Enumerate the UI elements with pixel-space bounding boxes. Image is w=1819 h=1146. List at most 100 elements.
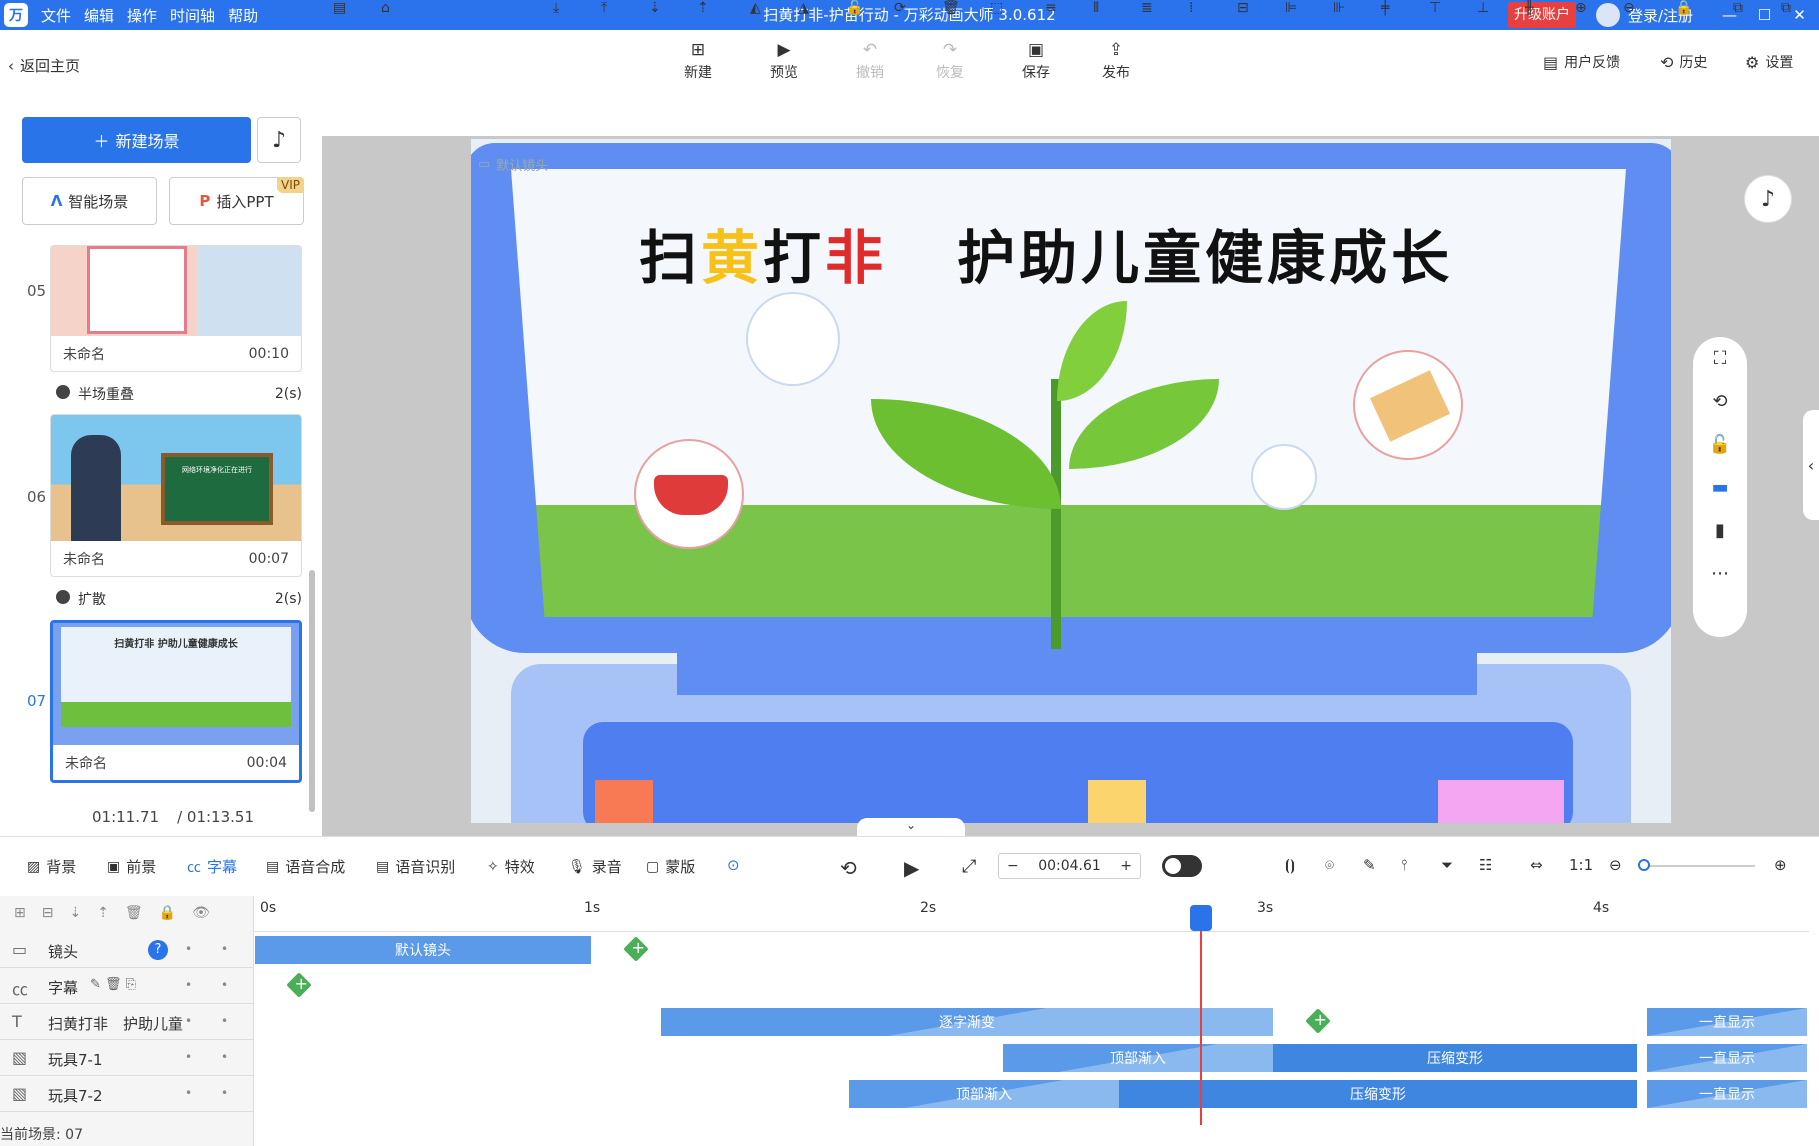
track-lane[interactable]	[254, 968, 1809, 1004]
tab-subtitle[interactable]: ㏄字幕	[187, 856, 237, 877]
track-tools[interactable]: ⊞⊟⇣⇡🗑🔒👁	[14, 905, 226, 921]
track-row-headline[interactable]: T 扫黄打非 护助儿童 • • 逐字渐变 一直显示	[0, 1004, 1809, 1040]
paste-icon[interactable]: ⧉	[1781, 0, 1791, 16]
zoom-slider-handle[interactable]	[1638, 859, 1650, 871]
stage[interactable]: 扫黄打非 护助儿童健康成长	[471, 139, 1671, 823]
replay-icon[interactable]: ⟲	[840, 856, 857, 880]
align-right-icon[interactable]: ⊪	[1333, 0, 1345, 16]
transition-item[interactable]: 扩散 2(s)	[56, 589, 302, 609]
split-icon[interactable]: ⫯	[1401, 856, 1408, 874]
flip-vertical-icon[interactable]: ◮	[798, 0, 809, 16]
clip-bar[interactable]: 默认镜头	[255, 936, 591, 964]
book-icon[interactable]	[634, 439, 744, 549]
redo-button[interactable]: ↷ 恢复	[920, 40, 980, 82]
edit-icon[interactable]: ✎	[1363, 856, 1376, 874]
align-middle-icon[interactable]: ╫	[1525, 0, 1533, 16]
track-row-camera[interactable]: ▭ 镜头 ? • • 默认镜头	[0, 932, 1809, 968]
align-left-icon[interactable]: ⊫	[1285, 0, 1297, 16]
move-up-icon[interactable]: ⇡	[697, 0, 709, 16]
clip-bar[interactable]: 一直显示	[1647, 1080, 1807, 1108]
insert-ppt-button[interactable]: P 插入PPT VIP	[169, 177, 304, 225]
more-tabs-icon[interactable]: ⊙	[727, 856, 740, 874]
play-icon[interactable]: ▶	[904, 856, 919, 880]
tab-record[interactable]: 🎙 录音	[568, 856, 622, 877]
transition-item[interactable]: 半场重叠 2(s)	[56, 384, 302, 404]
zoom-out-icon[interactable]: ⊖	[1609, 856, 1622, 874]
align-bottom-icon[interactable]: ⊥	[1477, 0, 1489, 16]
menu-edit[interactable]: 编辑	[84, 5, 114, 26]
tab-background[interactable]: ▨ 背景	[27, 856, 76, 877]
desktop-view-icon[interactable]: ▬	[1693, 466, 1747, 509]
publish-button[interactable]: ⇪ 发布	[1086, 40, 1146, 82]
move-bottom-icon[interactable]: ⤓	[553, 0, 559, 16]
scene-card-07[interactable]: 扫黄打非 护助儿童健康成长 未命名 00:04	[50, 620, 302, 783]
tab-effects[interactable]: ✧ 特效	[487, 856, 535, 877]
menu-help[interactable]: 帮助	[228, 5, 258, 26]
minus-icon[interactable]: −	[1007, 858, 1019, 874]
track-row-toy-2[interactable]: ▧ 玩具7-2 • • 顶部渐入 压缩变形 一直显示	[0, 1076, 1809, 1112]
add-keyframe-icon[interactable]	[623, 936, 649, 962]
history-button[interactable]: ⟲ 历史	[1660, 52, 1707, 72]
track-lane[interactable]: 逐字渐变 一直显示	[254, 1004, 1809, 1040]
add-keyframe-icon[interactable]	[286, 972, 312, 998]
back-home-button[interactable]: ‹ 返回主页	[8, 55, 80, 76]
save-button[interactable]: ▣ 保存	[1006, 40, 1066, 82]
distribute-h-icon[interactable]: ⁞	[1189, 0, 1193, 16]
lock-canvas-icon[interactable]: 🔒	[1675, 0, 1692, 16]
mobile-view-icon[interactable]: ▮	[1693, 509, 1747, 552]
stretch-icon[interactable]: ⇔	[1530, 856, 1543, 874]
menu-operation[interactable]: 操作	[127, 5, 157, 26]
time-input[interactable]: − 00:04.61 +	[998, 853, 1141, 879]
expand-icon[interactable]: ⤢	[962, 856, 976, 877]
clip-bar[interactable]: 顶部渐入	[1003, 1044, 1273, 1072]
track-row-toy-1[interactable]: ▧ 玩具7-1 • • 顶部渐入 压缩变形 一直显示	[0, 1040, 1809, 1076]
filter-icon[interactable]: ⏷	[1441, 856, 1453, 874]
menu-file[interactable]: 文件	[41, 5, 71, 26]
add-keyframe-icon[interactable]	[1305, 1008, 1331, 1034]
clip-bar[interactable]: 顶部渐入	[849, 1080, 1119, 1108]
dot-icon[interactable]: •	[221, 942, 228, 956]
dot-icon[interactable]: •	[185, 1086, 192, 1100]
adjust-icon[interactable]: ☷	[1479, 856, 1492, 874]
scene-scrollbar[interactable]	[309, 570, 315, 812]
dot-icon[interactable]: •	[221, 1014, 228, 1028]
loop-toggle[interactable]	[1162, 855, 1202, 877]
track-lane[interactable]: 顶部渐入 压缩变形 一直显示	[254, 1076, 1809, 1112]
rotate-view-icon[interactable]: ⟲	[1693, 380, 1747, 423]
clip-bar[interactable]: 逐字渐变	[661, 1008, 1273, 1036]
delete-icon[interactable]: 🗑	[942, 0, 960, 16]
zoom-in-icon[interactable]: ⊕	[1774, 856, 1787, 874]
help-icon[interactable]: ?	[148, 940, 168, 960]
dot-icon[interactable]: •	[221, 1050, 228, 1064]
scene-card-05[interactable]: 未命名 00:10	[50, 245, 302, 372]
align-center-icon[interactable]: ≡	[1045, 0, 1057, 16]
feedback-button[interactable]: ▤ 用户反馈	[1543, 52, 1620, 72]
align-vertical-icon[interactable]: ⦀	[1093, 0, 1099, 16]
clip-bar[interactable]: 一直显示	[1647, 1008, 1807, 1036]
dot-icon[interactable]: •	[221, 1086, 228, 1100]
collapse-panel-icon[interactable]: ‹	[1803, 410, 1819, 520]
tab-speech-recognition[interactable]: ▤ 语音识别	[376, 856, 455, 877]
preview-button[interactable]: ▶ 预览	[754, 40, 814, 82]
clip-bar[interactable]: 压缩变形	[1273, 1044, 1637, 1072]
fit-icon[interactable]: ⦗⦘	[1285, 856, 1295, 874]
flip-horizontal-icon[interactable]: ◭	[750, 0, 761, 16]
playhead[interactable]	[1200, 905, 1202, 1125]
paper-icon[interactable]	[1353, 350, 1463, 460]
playhead-handle[interactable]	[1190, 905, 1212, 931]
zoom-slider[interactable]	[1643, 865, 1755, 867]
dot-icon[interactable]: •	[185, 1014, 192, 1028]
maximize-icon[interactable]: ☐	[1747, 6, 1782, 24]
copy-icon[interactable]: ⧉	[1733, 0, 1743, 16]
align-hcenter-icon[interactable]: ╪	[1381, 0, 1389, 16]
clip-bar[interactable]: 一直显示	[1647, 1044, 1807, 1072]
pen-icon[interactable]	[1251, 444, 1317, 510]
track-row-subtitle[interactable]: ㏄ 字幕 ✎ 🗑 ⎘ • •	[0, 968, 1809, 1004]
undo-button[interactable]: ↶ 撤销	[840, 40, 900, 82]
home-icon[interactable]: ⌂	[381, 0, 390, 16]
dot-icon[interactable]: •	[185, 942, 192, 956]
menu-timeline[interactable]: 时间轴	[170, 5, 215, 26]
scene-card-06[interactable]: 网络环境净化正在进行 未命名 00:07	[50, 414, 302, 577]
time-ruler[interactable]	[254, 896, 1809, 932]
new-scene-button[interactable]: ＋ 新建场景	[22, 117, 251, 163]
